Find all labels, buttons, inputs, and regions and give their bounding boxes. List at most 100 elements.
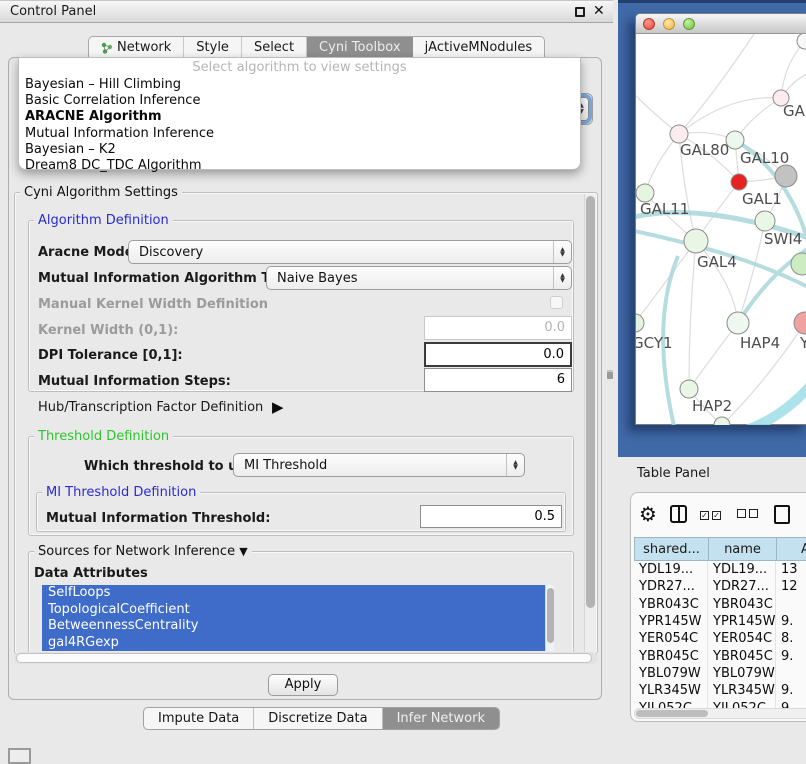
- table-row[interactable]: YER054CYER054C8.: [634, 630, 806, 647]
- table-row[interactable]: YLR345WYLR345W9.: [634, 682, 806, 699]
- network-node-hap4[interactable]: [727, 312, 749, 334]
- settings-vscrollbar[interactable]: [584, 194, 596, 652]
- gear-icon[interactable]: ⚙: [639, 504, 657, 524]
- table-hscrollbar[interactable]: [634, 708, 806, 719]
- close-icon[interactable]: ✕: [593, 3, 605, 19]
- table-cell: YIL052C: [634, 699, 708, 708]
- table-row[interactable]: YBL079WYBL079W: [634, 665, 806, 682]
- table-cell: YBR043C: [708, 596, 776, 613]
- network-node-gcy1[interactable]: [636, 314, 644, 332]
- desktop-top-edge: [618, 0, 806, 3]
- network-node-y[interactable]: [794, 312, 806, 334]
- which-threshold-combo[interactable]: MI Threshold ▲▼: [233, 453, 525, 477]
- expand-arrow-icon[interactable]: ▶: [272, 398, 284, 416]
- network-node-labels: GALGAL80GAL10GAL1GAL11SWI4GAL4GCY1HAP4YH…: [636, 102, 806, 415]
- kernel-width-field: 0.0: [424, 316, 572, 340]
- tab-infer-network[interactable]: Infer Network: [383, 708, 499, 729]
- table-row[interactable]: YDR27...YDR27...12: [634, 578, 806, 595]
- tab-network[interactable]: Network: [89, 37, 184, 58]
- table-row[interactable]: YIL052CYIL052C9: [634, 699, 806, 708]
- tab-cyni-toolbox[interactable]: Cyni Toolbox: [307, 37, 413, 58]
- network-node-gal4[interactable]: [684, 229, 708, 253]
- node-label: GAL80: [680, 141, 729, 159]
- attribute-item[interactable]: TopologicalCoefficient: [42, 602, 545, 619]
- network-canvas[interactable]: GALGAL80GAL10GAL1GAL11SWI4GAL4GCY1HAP4YH…: [636, 34, 806, 425]
- algorithm-option[interactable]: Bayesian – K2: [19, 142, 580, 158]
- zoom-traffic-light[interactable]: [683, 18, 695, 30]
- document-icon[interactable]: [774, 505, 790, 524]
- settings-group-title: Cyni Algorithm Settings: [20, 185, 182, 200]
- show-columns-icon[interactable]: ✓✓: [700, 507, 724, 522]
- network-node[interactable]: [791, 253, 806, 275]
- table-row[interactable]: YBR045CYBR045C9.: [634, 647, 806, 664]
- network-view-window: GALGAL80GAL10GAL1GAL11SWI4GAL4GCY1HAP4YH…: [635, 13, 806, 425]
- table-cell: YIL052C: [708, 699, 776, 708]
- node-label: GAL4: [697, 253, 737, 271]
- node-label: HAP4: [740, 334, 780, 352]
- minimize-traffic-light[interactable]: [663, 18, 675, 30]
- node-label: GAL1: [742, 190, 782, 208]
- attribute-item[interactable]: gal4RGexp: [42, 635, 545, 652]
- tab-discretize-data[interactable]: Discretize Data: [254, 708, 382, 729]
- data-attributes-list[interactable]: SelfLoopsTopologicalCoefficientBetweenne…: [42, 585, 545, 651]
- table-row[interactable]: YPR145WYPR145W9.: [634, 613, 806, 630]
- table-cell: YDL19...: [708, 561, 776, 578]
- tab-jactivemnodules[interactable]: jActiveMNodules: [413, 37, 545, 58]
- table-cell: YPR145W: [634, 613, 708, 630]
- table-cell: [776, 596, 806, 613]
- tab-label: Network: [117, 40, 171, 55]
- mi-steps-field[interactable]: 6: [424, 368, 572, 392]
- aracne-mode-label: Aracne Mode:: [38, 245, 139, 260]
- tab-impute-data[interactable]: Impute Data: [144, 708, 254, 729]
- table-row[interactable]: YDL19...YDL19...13: [634, 561, 806, 578]
- node-label: GCY1: [636, 334, 673, 352]
- attr-list-vscrollbar[interactable]: [545, 585, 554, 651]
- settings-hscrollbar[interactable]: [14, 652, 598, 664]
- attribute-item[interactable]: BetweennessCentrality: [42, 618, 545, 635]
- mi-type-combo[interactable]: Naive Bayes ▲▼: [266, 266, 572, 290]
- table-cell: 9.: [776, 682, 806, 699]
- node-label: GAL: [783, 102, 806, 120]
- network-node-hap2[interactable]: [680, 380, 698, 398]
- network-node-gal1[interactable]: [731, 174, 747, 190]
- collapse-arrow-icon[interactable]: ▼: [239, 545, 247, 558]
- dpi-tolerance-field[interactable]: 0.0: [424, 342, 572, 367]
- network-node[interactable]: [797, 34, 806, 49]
- table-cell: YBR045C: [708, 647, 776, 664]
- algorithm-option[interactable]: Dream8 DC_TDC Algorithm: [19, 158, 580, 174]
- network-window-titlebar[interactable]: [636, 14, 806, 34]
- algorithm-option[interactable]: ARACNE Algorithm: [19, 109, 580, 125]
- network-node[interactable]: [714, 417, 730, 425]
- tab-label: jActiveMNodules: [425, 40, 533, 55]
- tab-style[interactable]: Style: [184, 37, 242, 58]
- table-cell: YDL19...: [634, 561, 708, 578]
- panel-divider-grip[interactable]: [607, 370, 613, 379]
- apply-button[interactable]: Apply: [268, 674, 338, 696]
- bottom-tab-bar: Impute DataDiscretize DataInfer Network: [143, 707, 500, 730]
- table-cell: YBL079W: [708, 665, 776, 682]
- aracne-mode-combo[interactable]: Discovery ▲▼: [128, 240, 572, 264]
- close-traffic-light[interactable]: [643, 18, 655, 30]
- hide-columns-icon[interactable]: [737, 507, 761, 522]
- node-table[interactable]: shared... name A YDL19...YDL19...13YDR27…: [634, 537, 806, 708]
- table-cell: YER054C: [708, 630, 776, 647]
- algorithm-option[interactable]: Basic Correlation Inference: [19, 93, 580, 109]
- float-window-icon[interactable]: [575, 7, 585, 17]
- network-node-swi4[interactable]: [755, 211, 775, 231]
- network-node[interactable]: [775, 165, 797, 187]
- tab-select[interactable]: Select: [242, 37, 307, 58]
- table-cell: 8.: [776, 630, 806, 647]
- tab-label: Select: [254, 40, 294, 55]
- columns-icon[interactable]: [670, 505, 687, 523]
- table-card: ⚙ ✓✓ shared... name A YDL19...YDL19...13…: [630, 492, 806, 722]
- algorithm-option[interactable]: Mutual Information Inference: [19, 126, 580, 142]
- table-header-row[interactable]: shared... name A: [634, 537, 806, 561]
- combo-arrows-icon: ▲▼: [506, 454, 524, 476]
- algorithm-definition-title: Algorithm Definition: [34, 213, 173, 228]
- attribute-item[interactable]: SelfLoops: [42, 585, 545, 602]
- table-row[interactable]: YBR043CYBR043C: [634, 596, 806, 613]
- manual-kernel-checkbox[interactable]: [550, 296, 563, 309]
- mi-threshold-field[interactable]: 0.5: [420, 505, 562, 528]
- table-cell: 12: [776, 578, 806, 595]
- algorithm-option[interactable]: Bayesian – Hill Climbing: [19, 77, 580, 93]
